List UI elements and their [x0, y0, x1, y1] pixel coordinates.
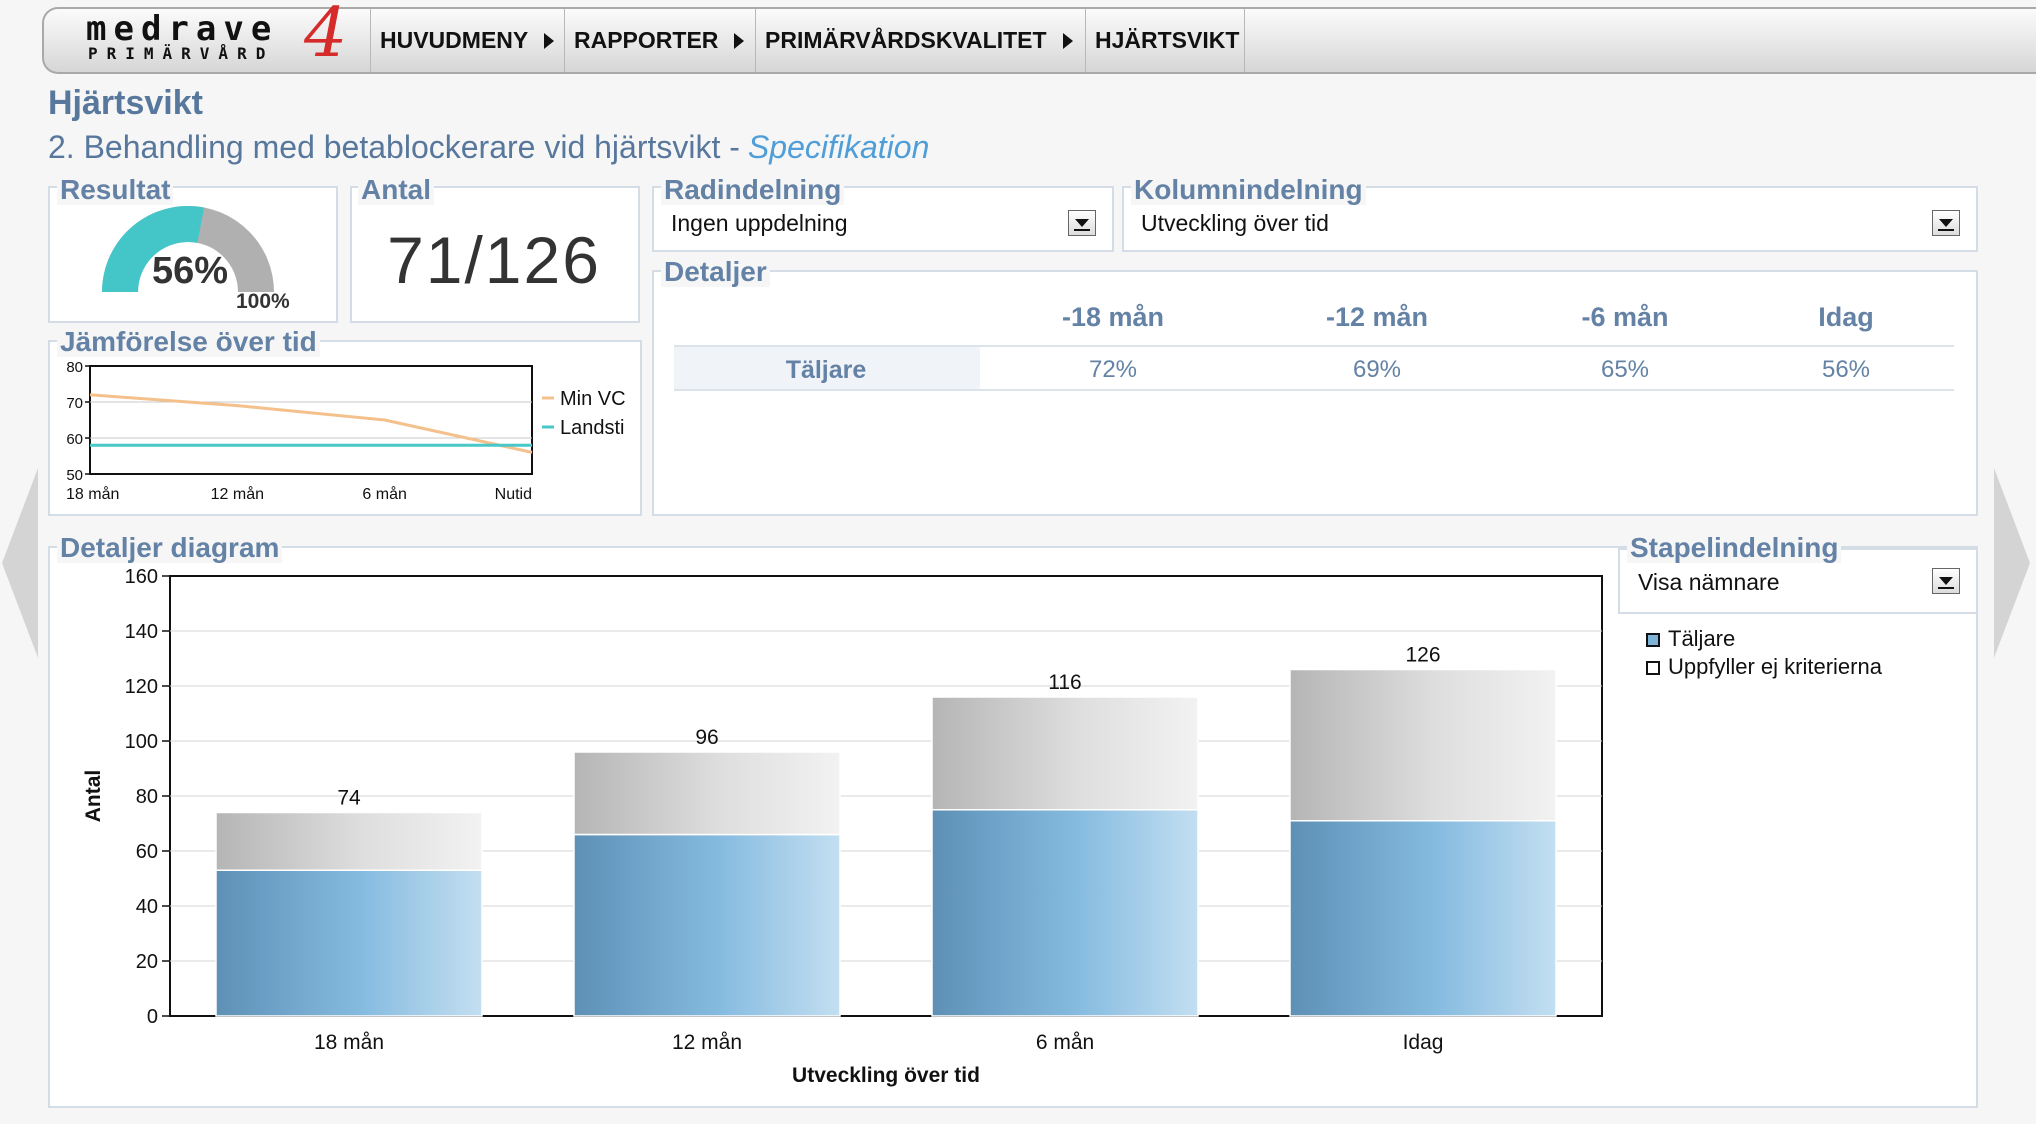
bar-uppfyller-ej	[1289, 668, 1557, 822]
y-tick-label: 70	[66, 395, 83, 412]
y-tick-label: 50	[66, 467, 83, 484]
column-header: -18 mån	[1061, 302, 1165, 332]
y-tick-label: 60	[66, 431, 83, 448]
table-cell: 69%	[1352, 356, 1402, 383]
logo-word: medrave	[86, 9, 279, 49]
previous-arrow-icon[interactable]	[0, 468, 40, 658]
y-tick-label: 40	[136, 896, 158, 918]
y-tick-label: 100	[125, 731, 158, 753]
result-percent: 56%	[152, 250, 229, 292]
bar-total-label: 96	[695, 726, 718, 749]
details-bar-chart: 0 20 40 60 80 100 120 140 160 74 18 mån 96 12 mån 116…	[82, 566, 1603, 1087]
breadcrumb-primarvardskvalitet[interactable]: PRIMÄRVÅRDSKVALITET	[755, 9, 1085, 72]
specification-link[interactable]: Specifikation	[748, 129, 929, 165]
x-tick-label: Idag	[1403, 1031, 1444, 1054]
breadcrumb-hjartsvikt[interactable]: HJÄRTSVIKT	[1085, 9, 1245, 72]
bar-taljare	[931, 809, 1199, 1017]
kolumnindelning-dropdown-button[interactable]	[1932, 210, 1960, 236]
bar-uppfyller-ej	[215, 811, 483, 871]
table-cell: 72%	[1088, 356, 1138, 383]
bar-taljare	[573, 833, 841, 1017]
plot-area	[89, 365, 533, 475]
x-tick-label: 6 mån	[1036, 1031, 1094, 1054]
x-tick-label: 12 mån	[672, 1031, 742, 1054]
bar-total-label: 116	[1048, 671, 1081, 694]
column-header: -12 mån	[1325, 302, 1429, 332]
y-tick-label: 160	[125, 566, 158, 588]
column-header: -6 mån	[1581, 302, 1669, 332]
legend-swatch	[1646, 633, 1660, 647]
chevron-right-icon	[544, 32, 555, 49]
breadcrumb-huvudmeny[interactable]: HUVUDMENY	[370, 9, 564, 72]
x-tick-label: 12 mån	[211, 485, 264, 503]
bar-total-label: 126	[1405, 644, 1440, 667]
chevron-right-icon	[1062, 32, 1073, 49]
diagram-label: Detaljer diagram	[57, 533, 283, 563]
radindelning-dropdown-button[interactable]	[1068, 210, 1096, 236]
stapelindelning-select[interactable]: Visa nämnare	[1638, 569, 1780, 596]
x-tick-label: 18 mån	[66, 485, 119, 503]
stapelindelning-dropdown-button[interactable]	[1932, 568, 1960, 594]
bar-uppfyller-ej	[573, 751, 841, 836]
row-header-taljare: Täljare	[785, 356, 867, 384]
y-tick-label: 80	[66, 359, 83, 376]
y-axis-title: Antal	[82, 770, 105, 823]
bar-uppfyller-ej	[931, 696, 1199, 811]
bar-taljare	[1289, 820, 1557, 1017]
table-cell: 56%	[1821, 356, 1871, 383]
result-max: 100%	[236, 290, 290, 313]
y-tick-label: 0	[147, 1006, 158, 1028]
legend-label: Täljare	[1668, 626, 1736, 651]
legend-swatch	[1646, 661, 1660, 675]
radindelning-select[interactable]: Ingen uppdelning	[671, 210, 848, 237]
bar-taljare	[215, 869, 483, 1017]
next-arrow-icon[interactable]	[1992, 468, 2032, 658]
page-title: Hjärtsvikt	[48, 84, 203, 122]
chevron-right-icon	[734, 32, 745, 49]
logo-number: 4	[304, 0, 348, 73]
y-tick-label: 20	[136, 951, 158, 973]
y-tick-label: 120	[125, 676, 158, 698]
column-header: Idag	[1818, 302, 1874, 332]
bar-total-label: 74	[337, 787, 361, 810]
kolumnindelning-label: Kolumnindelning	[1131, 175, 1366, 205]
medrave-logo[interactable]: medrave PRIMÄRVÅRD 4	[42, 0, 372, 73]
y-tick-label: 80	[136, 786, 158, 808]
kolumnindelning-select[interactable]: Utveckling över tid	[1141, 210, 1329, 237]
antal-value: 71/126	[387, 223, 601, 297]
antal-label: Antal	[358, 175, 434, 205]
x-tick-label: 6 mån	[362, 485, 406, 503]
subtitle-text: 2. Behandling med betablockerare vid hjä…	[48, 129, 740, 165]
legend-label: Uppfyller ej kriterierna	[1668, 654, 1882, 679]
breadcrumb-label: HUVUDMENY	[380, 27, 529, 53]
breadcrumb-label: RAPPORTER	[574, 27, 719, 53]
breadcrumb-label: HJÄRTSVIKT	[1095, 27, 1240, 53]
page-subtitle: 2. Behandling med betablockerare vid hjä…	[48, 129, 929, 166]
table-cell: 65%	[1600, 356, 1650, 383]
bar-legend-taljare: Täljare	[1646, 626, 1735, 652]
logo-sub: PRIMÄRVÅRD	[88, 44, 275, 63]
y-tick-label: 140	[125, 621, 158, 643]
breadcrumb-rapporter[interactable]: RAPPORTER	[564, 9, 755, 72]
x-axis-title: Utveckling över tid	[792, 1064, 980, 1087]
x-tick-label: 18 mån	[314, 1031, 384, 1054]
breadcrumb-label: PRIMÄRVÅRDSKVALITET	[765, 27, 1047, 53]
legend-label: Landsti	[560, 417, 625, 439]
radindelning-label: Radindelning	[661, 175, 845, 205]
detaljer-label: Detaljer	[661, 257, 770, 287]
legend-label: Min VC	[560, 388, 626, 410]
stapelindelning-label: Stapelindelning	[1627, 533, 1842, 563]
x-tick-label: Nutid	[495, 486, 532, 503]
bar-legend-uppfyller: Uppfyller ej kriterierna	[1646, 654, 1882, 680]
comparison-line-chart: 50 60 70 80 18 mån 12 mån 6 mån Nutid Min VC Land…	[66, 359, 626, 503]
y-tick-label: 60	[136, 841, 158, 863]
